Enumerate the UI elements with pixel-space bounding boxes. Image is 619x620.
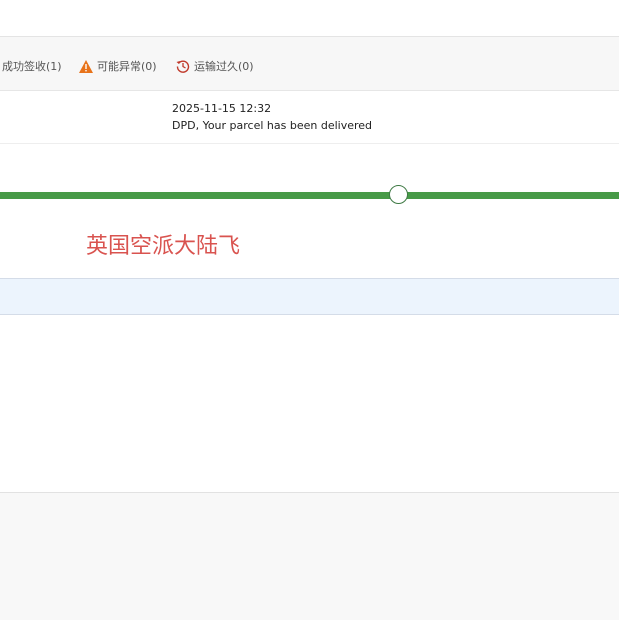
filter-label: 运输过久(0) — [194, 60, 254, 73]
route-node-marker[interactable] — [389, 185, 408, 204]
top-bar — [0, 0, 619, 37]
history-icon — [176, 60, 190, 73]
tracking-event-row: 2025-11-15 12:32 DPD, Your parcel has be… — [0, 91, 619, 144]
highlight-row — [0, 278, 619, 315]
filter-label: 成功签收(1) — [2, 60, 62, 73]
filter-label: 可能异常(0) — [97, 60, 157, 73]
event-description: DPD, Your parcel has been delivered — [172, 119, 373, 132]
filter-possible-exception[interactable]: 可能异常(0) — [79, 58, 157, 74]
filter-delivered[interactable]: 成功签收(1) — [2, 58, 62, 74]
route-track-line — [0, 192, 619, 199]
event-time: 2025-11-15 12:32 — [172, 102, 272, 115]
footer-area — [0, 492, 619, 620]
route-label: 英国空派大陆飞 — [86, 234, 241, 259]
warning-icon — [79, 59, 93, 73]
filter-transit-too-long[interactable]: 运输过久(0) — [176, 58, 254, 74]
status-filter-bar: 成功签收(1) 可能异常(0) 运输过久(0) — [0, 37, 619, 91]
